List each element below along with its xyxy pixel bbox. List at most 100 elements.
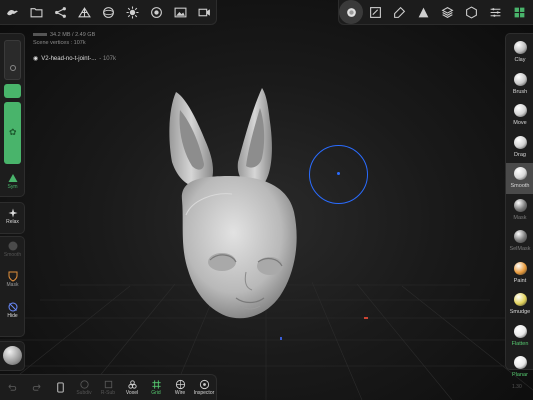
material-icon[interactable]: [144, 0, 168, 24]
tool-move[interactable]: Move: [506, 100, 533, 131]
voxel-button[interactable]: Voxel: [120, 375, 144, 400]
grid-icon: [151, 380, 161, 389]
tool-flatten[interactable]: Flatten: [506, 321, 533, 352]
tool-label: Smooth: [510, 183, 530, 189]
settings-icon[interactable]: [483, 0, 507, 24]
sphere-icon[interactable]: [96, 0, 120, 24]
undo-icon: [8, 384, 16, 391]
tool-label: SelMask: [509, 246, 531, 252]
tool-drag[interactable]: Drag: [506, 132, 533, 163]
intensity-slider[interactable]: ✿: [4, 102, 21, 164]
tool-label: Brush: [512, 88, 528, 95]
subdiv-label: Subdiv: [76, 390, 92, 396]
tool-label: Flatten: [511, 340, 529, 347]
phone-view-button[interactable]: [48, 375, 72, 400]
lightning-icon: ✿: [9, 127, 17, 137]
matcap-sphere[interactable]: [3, 346, 22, 365]
tool-smooth[interactable]: Smooth: [506, 163, 533, 194]
flatten-icon: [513, 324, 527, 338]
clay-icon: [513, 41, 527, 54]
mask-quick-button[interactable]: Mask: [0, 270, 25, 288]
axis-x-marker: [364, 317, 368, 319]
mesh-vertex-count: - 107k: [99, 55, 116, 62]
symmetry-icon: [8, 174, 17, 182]
wire-button[interactable]: Wire: [168, 375, 192, 400]
tool-label: Smudge: [509, 309, 531, 315]
move-icon: [513, 104, 527, 117]
scene-icon[interactable]: [459, 0, 483, 24]
top-right-toolbar: [338, 0, 533, 25]
bottom-toolbar: Subdiv R-Sub Voxel Grid Wire Inspector: [0, 374, 217, 400]
hide-quick-button[interactable]: Hide: [0, 301, 25, 319]
fps-readout: 1.30: [512, 384, 522, 390]
scene-graph-icon[interactable]: [48, 0, 72, 24]
phone-icon: [56, 382, 64, 393]
mesh-entry[interactable]: ◉ V2-head-no-t-joint-... - 107k: [33, 55, 116, 63]
tool-smudge[interactable]: Smudge: [506, 289, 533, 320]
light-icon[interactable]: [120, 0, 144, 24]
tool-mask[interactable]: Mask: [506, 195, 533, 226]
tool-clay[interactable]: Clay: [506, 37, 533, 68]
logo-icon[interactable]: [0, 0, 24, 24]
grid-label: Grid: [151, 390, 161, 396]
scene-stats: 34.2 MB / 2.49 GB Scene vertices : 107k: [33, 31, 95, 47]
selmask-icon: [513, 230, 527, 243]
undo-button[interactable]: [0, 375, 24, 400]
grid-button[interactable]: Grid: [144, 375, 168, 400]
left-quick-tools: Smooth Mask Hide: [0, 236, 25, 337]
relax-button[interactable]: Relax: [0, 207, 25, 225]
tool-label: Planar: [512, 372, 528, 378]
tool-planar[interactable]: Planar: [506, 352, 533, 383]
wire-label: Wire: [174, 390, 186, 396]
interface-icon[interactable]: [507, 0, 531, 24]
painting-icon[interactable]: [387, 0, 411, 24]
brush-icon: [513, 72, 527, 86]
rebuild-label: R-Sub: [100, 390, 116, 396]
layers-icon[interactable]: [435, 0, 459, 24]
scene-vertices: Scene vertices : 107k: [33, 40, 86, 46]
relax-label: Relax: [6, 219, 19, 225]
axis-z-marker: [280, 337, 282, 340]
wire-icon: [175, 379, 185, 390]
tool-label: Clay: [514, 57, 526, 63]
radius-slider[interactable]: [4, 40, 21, 80]
inspector-button[interactable]: Inspector: [192, 375, 216, 400]
topology-icon[interactable]: [72, 0, 96, 24]
eye-icon[interactable]: ◉: [33, 55, 38, 62]
brush-center-dot: [337, 172, 340, 175]
image-icon[interactable]: [168, 0, 192, 24]
tool-label: Move: [513, 120, 527, 126]
matcap-panel: [0, 341, 25, 371]
sym-label: Sym: [7, 184, 18, 190]
voxel-label: Voxel: [125, 390, 139, 396]
mesh-name: V2-head-no-t-joint-...: [41, 55, 97, 62]
tool-label: Drag: [514, 151, 526, 158]
mask-icon: [8, 271, 17, 282]
tool-paint[interactable]: Paint: [506, 258, 533, 289]
folder-icon[interactable]: [24, 0, 48, 24]
camera-icon[interactable]: [192, 0, 216, 24]
smooth-quick-button[interactable]: Smooth: [0, 240, 25, 258]
mask-icon: [513, 198, 527, 212]
tool-selmask[interactable]: SelMask: [506, 226, 533, 257]
tool-label: Paint: [513, 277, 527, 284]
tool-label: Mask: [513, 214, 527, 221]
smooth-icon: [513, 167, 527, 180]
smooth-quick-label: Smooth: [3, 252, 22, 258]
intensity-toggle[interactable]: [4, 84, 21, 98]
topology-tool-icon[interactable]: [411, 0, 435, 24]
radius-knob-icon: [10, 65, 16, 71]
brush-settings-icon[interactable]: [339, 0, 363, 24]
drag-icon: [513, 135, 527, 149]
redo-button[interactable]: [24, 375, 48, 400]
sym-toggle[interactable]: Sym: [0, 172, 25, 190]
rebuild-button[interactable]: R-Sub: [96, 375, 120, 400]
redo-icon: [32, 384, 40, 391]
paint-icon: [513, 261, 527, 275]
inspector-icon: [199, 379, 209, 390]
stroke-icon[interactable]: [363, 0, 387, 24]
planar-icon: [513, 356, 527, 369]
subdiv-button[interactable]: Subdiv: [72, 375, 96, 400]
tool-brush[interactable]: Brush: [506, 69, 533, 100]
memory-usage: 34.2 MB / 2.49 GB: [33, 31, 95, 39]
